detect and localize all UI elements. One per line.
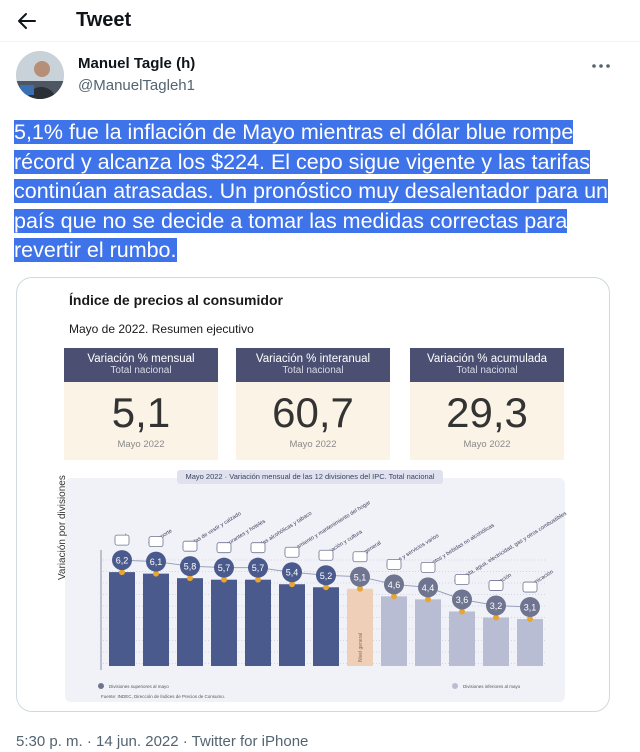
- division-icon: [250, 542, 266, 554]
- data-label: 3,2: [490, 601, 503, 611]
- bar-comunicaci-n: [517, 619, 543, 666]
- bar-restaurantes-y-hoteles: [211, 579, 237, 666]
- author-handle[interactable]: @ManuelTagleh1: [78, 77, 195, 94]
- division-icon: [182, 540, 198, 552]
- division-icon: [318, 549, 334, 561]
- legend-right: Divisiones inferiores al mayo: [463, 684, 521, 689]
- source-note: Fuente: INDEC, Dirección de Índices de P…: [101, 693, 225, 699]
- back-arrow-icon: [18, 13, 36, 29]
- data-label: 5,2: [320, 571, 333, 581]
- division-icon: [522, 581, 538, 593]
- bar-alimentos-y-bebidas-no-alcoh-licas: [415, 599, 441, 666]
- tweet-meta[interactable]: 5:30 p. m. · 14 jun. 2022 · Twitter for …: [16, 733, 308, 750]
- bar-chart: 6,2Salud6,1Transporte5,8Prendas de vesti…: [98, 500, 568, 699]
- top-bar: Tweet: [0, 0, 640, 42]
- total-bar-label: Nivel general: [358, 633, 364, 662]
- data-label: 5,7: [218, 563, 231, 573]
- avatar-image: [16, 51, 64, 99]
- bar-transporte: [143, 573, 169, 666]
- data-label: 5,1: [354, 572, 367, 582]
- more-button[interactable]: [588, 55, 614, 77]
- back-button[interactable]: [14, 8, 40, 34]
- data-label: 6,2: [116, 556, 129, 566]
- author-name[interactable]: Manuel Tagle (h): [78, 55, 195, 72]
- division-icon: [488, 580, 504, 591]
- division-icon: [216, 542, 232, 554]
- more-dots-icon: [592, 64, 610, 68]
- data-label: 4,4: [422, 583, 435, 593]
- bar-educaci-n: [483, 617, 509, 666]
- division-icon: [420, 561, 436, 573]
- data-label: 4,6: [388, 580, 401, 590]
- data-label: 3,6: [456, 595, 469, 605]
- bar-prendas-de-vestir-y-calzado: [177, 578, 203, 666]
- division-icon: [386, 558, 402, 570]
- bar-bebidas-alcoh-licas-y-tabaco: [245, 579, 271, 666]
- division-icon: [454, 574, 470, 585]
- divider: [0, 41, 640, 42]
- division-icon: [284, 546, 300, 558]
- division-icon: [352, 551, 368, 563]
- tweet-text: 5,1% fue la inflación de Mayo mientras e…: [14, 118, 626, 266]
- data-label: 5,4: [286, 568, 299, 578]
- tweet-media-image[interactable]: Índice de precios al consumidor Mayo de …: [16, 277, 610, 712]
- legend-marker: [452, 683, 458, 689]
- page-title: Tweet: [76, 9, 132, 31]
- legend-left: Divisiones superiores al mayo: [109, 684, 169, 689]
- division-icon: [148, 536, 164, 548]
- data-label: 6,1: [150, 557, 163, 567]
- data-label: 3,1: [524, 603, 537, 613]
- bar-bienes-y-servicios-varios: [381, 596, 407, 666]
- data-label: 5,7: [252, 563, 265, 573]
- bar-vivienda-agua-electricidad-gas-y-otros-combustibles: [449, 611, 475, 666]
- avatar[interactable]: [16, 51, 64, 99]
- bar-recreaci-n-y-cultura: [313, 587, 339, 666]
- data-label: 5,8: [184, 562, 197, 572]
- legend-marker: [98, 683, 104, 689]
- tweet-text-selection: 5,1% fue la inflación de Mayo mientras e…: [14, 120, 609, 262]
- bar-salud: [109, 572, 135, 666]
- division-icon: [114, 534, 130, 546]
- bar-equipamiento-y-mantenimiento-del-hogar: [279, 584, 305, 666]
